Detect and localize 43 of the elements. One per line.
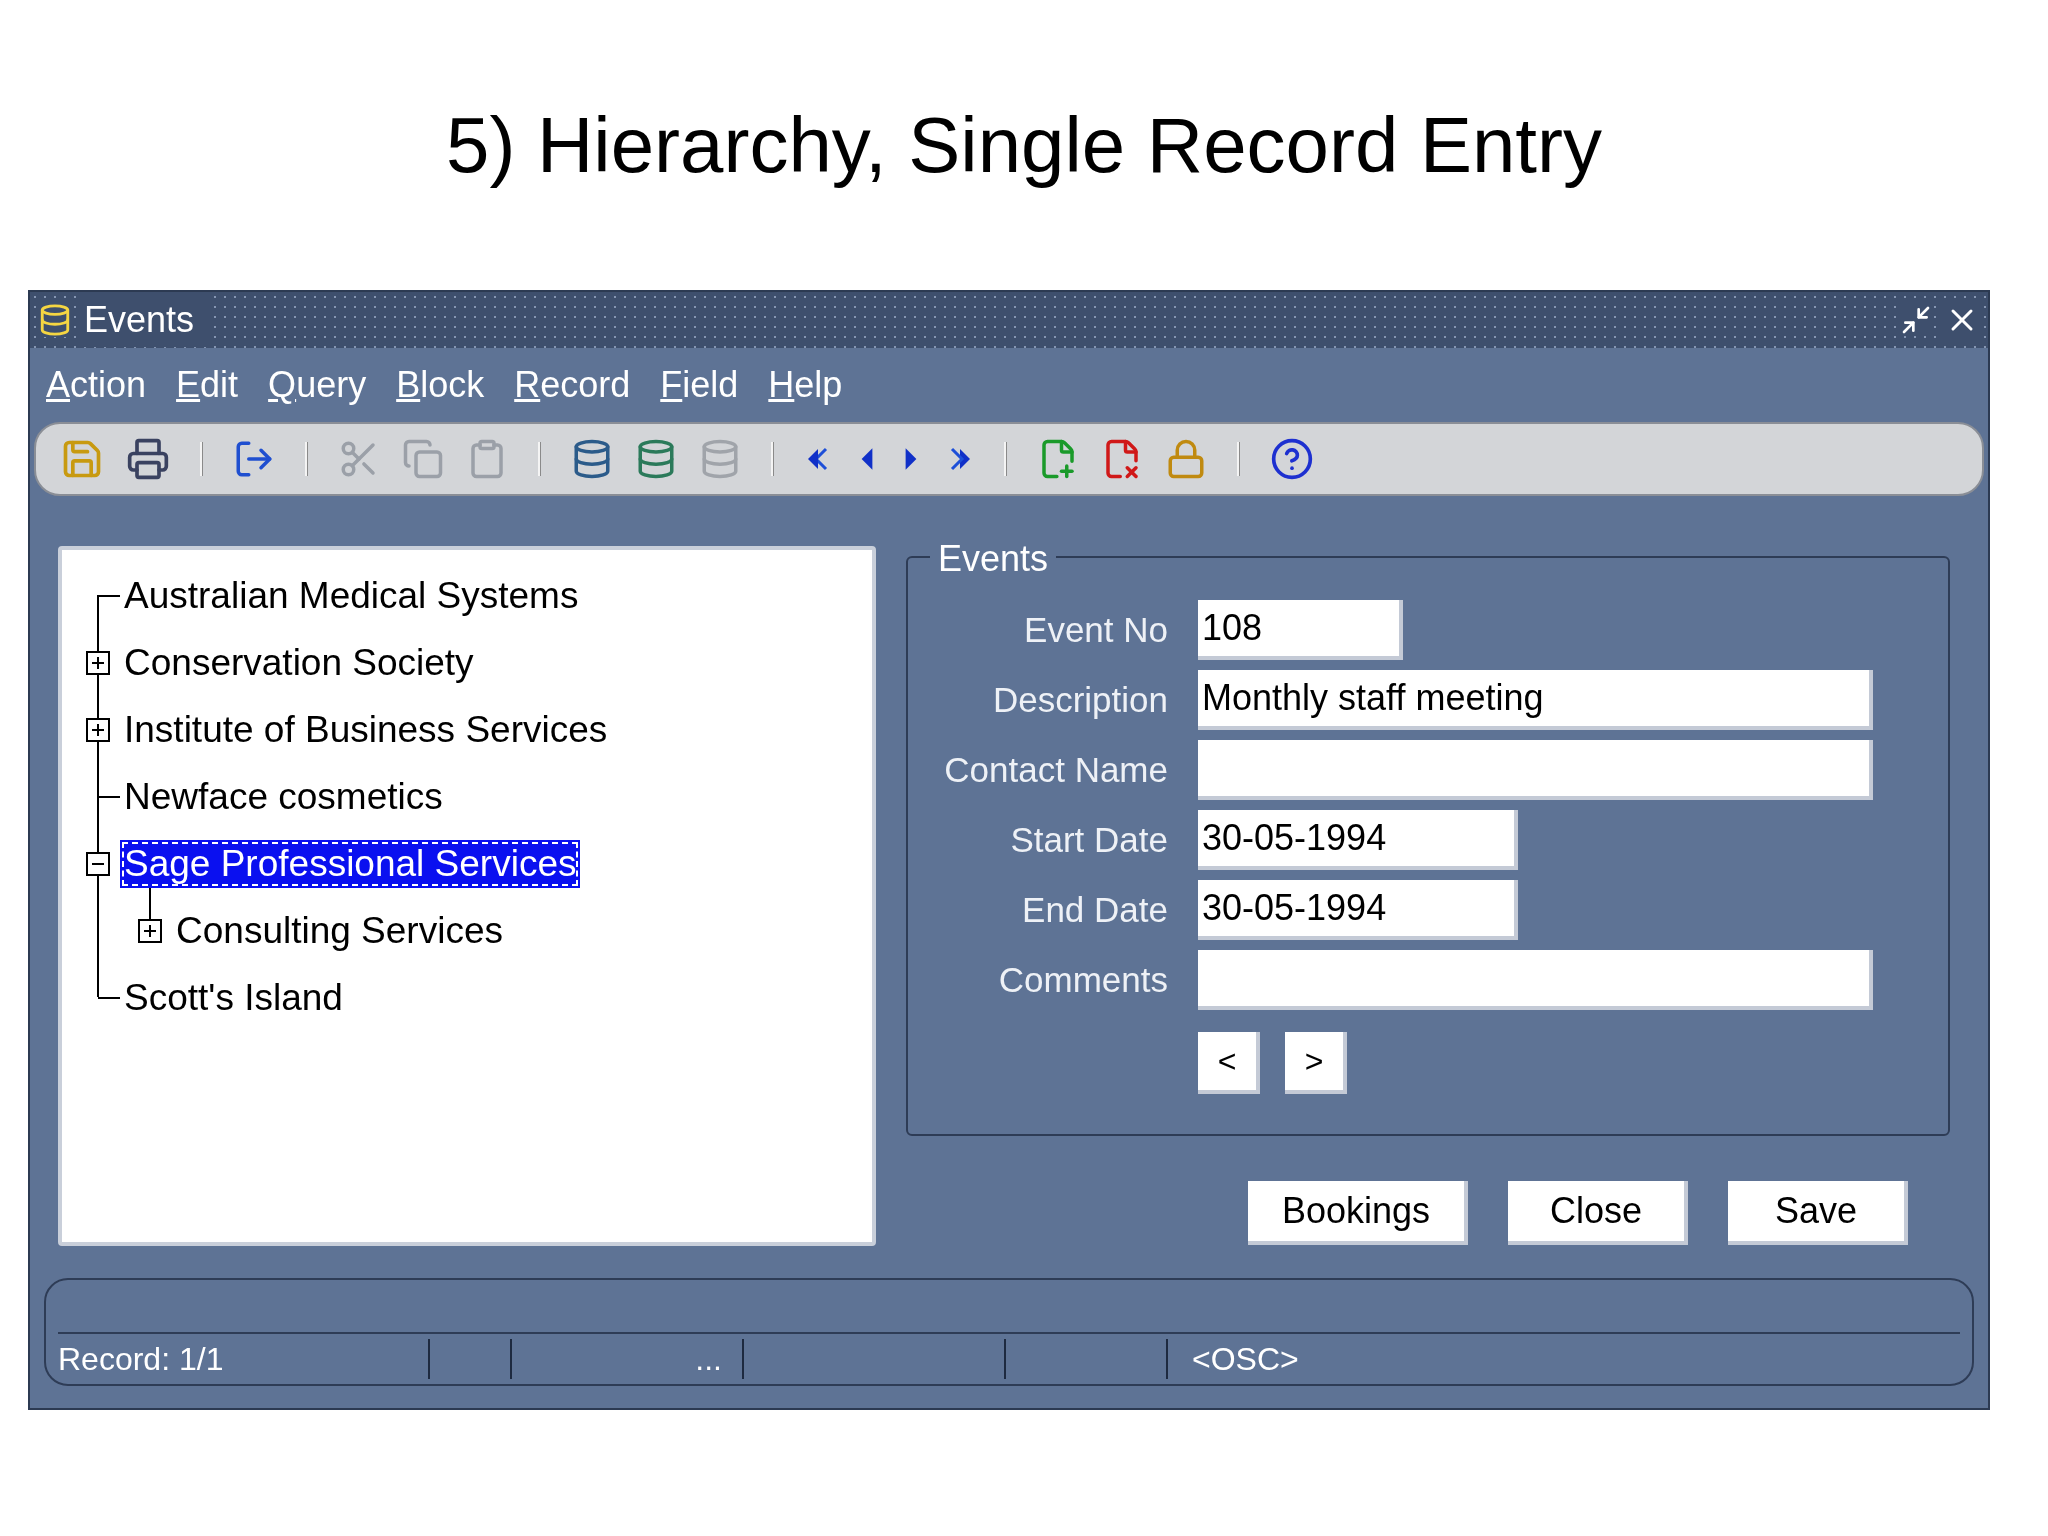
nav-button[interactable]: < [1198, 1032, 1260, 1094]
menu-item[interactable]: Block [396, 358, 485, 412]
menu-item[interactable]: Edit [176, 358, 239, 412]
minus-icon[interactable] [86, 851, 110, 876]
action-button[interactable]: Close [1508, 1181, 1688, 1245]
menu-item[interactable]: Action [46, 358, 147, 412]
field-label: Event No [1023, 608, 1169, 651]
tree-item[interactable]: Scott's Island [120, 973, 347, 1022]
menu-item[interactable]: Field [660, 358, 739, 412]
plus-icon[interactable] [86, 650, 110, 675]
menu-item[interactable]: Record [514, 358, 631, 412]
mode-indicator: <OSC> [1191, 1340, 1299, 1379]
field-label: Description [991, 678, 1169, 721]
field-label: Contact Name [943, 748, 1169, 791]
window-title: Events [84, 293, 207, 347]
input-field[interactable]: 108 [1198, 600, 1403, 660]
app-icon [38, 303, 72, 337]
record-count: Record: 1/1 [58, 1340, 225, 1379]
input-field[interactable] [1198, 950, 1873, 1010]
status-ellipsis: ... [694, 1340, 723, 1379]
input-field[interactable] [1198, 740, 1873, 800]
tree-item[interactable]: Conservation Society [120, 638, 478, 687]
tree-item[interactable]: Institute of Business Services [120, 705, 612, 754]
input-field[interactable]: 30-05-1994 [1198, 880, 1518, 940]
field-label: Start Date [1009, 818, 1169, 861]
tree-item[interactable]: Australian Medical Systems [120, 571, 583, 620]
field-label: End Date [1021, 888, 1169, 931]
menu-item[interactable]: Help [768, 358, 843, 412]
input-field[interactable]: 30-05-1994 [1198, 810, 1518, 870]
help-icon[interactable] [1270, 437, 1314, 481]
tree-item[interactable]: Newface cosmetics [120, 772, 447, 821]
input-field[interactable]: Monthly staff meeting [1198, 670, 1873, 730]
nav-button[interactable]: > [1285, 1032, 1347, 1094]
action-button[interactable]: Bookings [1247, 1181, 1468, 1245]
tree-item[interactable]: Sage Professional Services [120, 839, 581, 888]
plus-icon[interactable] [86, 717, 110, 742]
print-icon[interactable] [126, 437, 170, 481]
tree-item[interactable]: Consulting Services [172, 906, 507, 955]
slide-title: 5) Hierarchy, Single Record Entry [446, 100, 1602, 191]
plus-icon[interactable] [138, 918, 162, 943]
action-button[interactable]: Save [1728, 1181, 1908, 1245]
field-label: Comments [997, 958, 1169, 1001]
menu-item[interactable]: Query [268, 358, 367, 412]
